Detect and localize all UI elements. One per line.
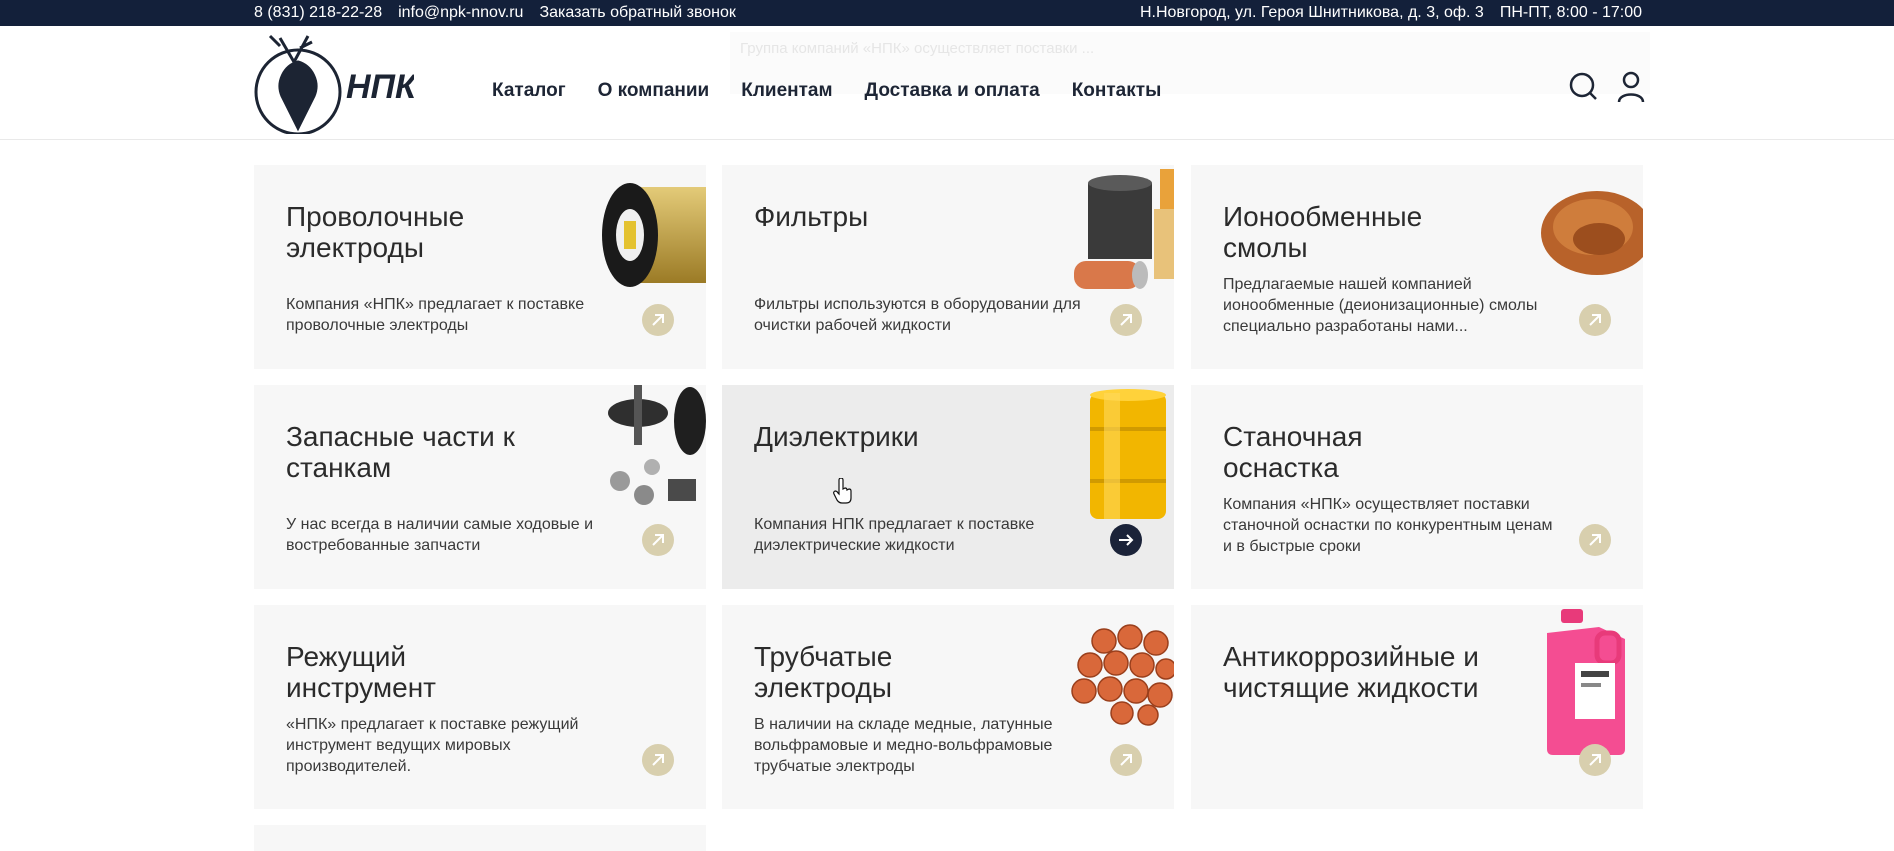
- card-desc: Компания НПК предлагает к поставке диэле…: [754, 516, 1035, 554]
- canister-image: [1547, 609, 1625, 755]
- arrow-link-icon[interactable]: [642, 304, 674, 336]
- nav-clients[interactable]: Клиентам: [741, 80, 832, 102]
- card-desc: Компания «НПК» осуществляет поставки ста…: [1223, 496, 1553, 555]
- filters-image: [1074, 169, 1174, 289]
- card-title: Ионообменные смолы: [1223, 201, 1423, 263]
- card-cutting-tools[interactable]: Режущий инструмент «НПК» предлагает к по…: [254, 605, 706, 809]
- hours-text: ПН-ПТ, 8:00 - 17:00: [1499, 4, 1642, 21]
- card-desc: В наличии на складе медные, латунные вол…: [754, 716, 1053, 775]
- card-desc: У нас всегда в наличии самые ходовые и в…: [286, 516, 594, 554]
- site-header: Группа компаний «НПК» осуществляет поста…: [0, 26, 1894, 140]
- card-title: Запасные части к станкам: [286, 421, 515, 483]
- arrow-link-icon[interactable]: [1579, 744, 1611, 776]
- card-title: Диэлектрики: [754, 421, 919, 452]
- phone-link[interactable]: 8 (831) 218-22-28: [254, 3, 382, 23]
- card-desc: «НПК» предлагает к поставке режущий инст…: [286, 716, 579, 775]
- card-desc: Компания «НПК» предлагает к поставке про…: [286, 296, 585, 334]
- address-text: Н.Новгород, ул. Героя Шнитникова, д. 3, …: [1139, 4, 1484, 21]
- arrow-link-icon[interactable]: [1579, 524, 1611, 556]
- nav-contacts[interactable]: Контакты: [1072, 80, 1162, 102]
- arrow-link-icon[interactable]: [642, 744, 674, 776]
- arrow-link-icon[interactable]: [1110, 744, 1142, 776]
- search-icon[interactable]: [1568, 70, 1598, 104]
- card-tooling[interactable]: Станочная оснастка Компания «НПК» осущес…: [1191, 385, 1643, 589]
- main-nav: Каталог О компании Клиентам Доставка и о…: [492, 80, 1161, 102]
- arrow-link-icon[interactable]: [1110, 524, 1142, 556]
- deer-head-icon: [254, 34, 342, 134]
- card-desc: Предлагаемые нашей компанией ионообменны…: [1223, 276, 1538, 335]
- card-resins[interactable]: Ионообменные смолы Предлагаемые нашей ко…: [1191, 165, 1643, 369]
- hand-cursor-icon: [833, 478, 852, 504]
- card-title: Проволочные электроды: [286, 201, 465, 263]
- barrel-image: [1090, 389, 1166, 519]
- resin-image: [1541, 191, 1643, 275]
- card-partial[interactable]: [254, 825, 706, 851]
- card-title: Режущий инструмент: [286, 641, 436, 703]
- user-icon[interactable]: [1616, 70, 1646, 104]
- logo[interactable]: НПК: [254, 32, 414, 134]
- arrow-link-icon[interactable]: [1110, 304, 1142, 336]
- nav-catalog[interactable]: Каталог: [492, 80, 566, 102]
- logo-text: НПК: [346, 68, 414, 106]
- arrow-link-icon[interactable]: [642, 524, 674, 556]
- wire-spool-image: [602, 183, 706, 287]
- card-anticorrosion[interactable]: Антикоррозийные и чистящие жидкости: [1191, 605, 1643, 809]
- tube-electrodes-image: [1071, 624, 1174, 726]
- arrow-link-icon[interactable]: [1579, 304, 1611, 336]
- email-link[interactable]: info@npk-nnov.ru: [398, 3, 523, 23]
- nav-about[interactable]: О компании: [598, 80, 710, 102]
- callback-link[interactable]: Заказать обратный звонок: [539, 3, 735, 23]
- card-desc: Фильтры используются в оборудовании для …: [754, 296, 1081, 334]
- card-dielectrics[interactable]: Диэлектрики Компания НПК предлагает к по…: [722, 385, 1174, 589]
- card-title: Станочная оснастка: [1223, 421, 1363, 483]
- spare-parts-image: [608, 385, 706, 505]
- card-title: Антикоррозийные и чистящие жидкости: [1223, 641, 1479, 703]
- ghost-banner-text: Группа компаний «НПК» осуществляет поста…: [740, 40, 1095, 57]
- nav-delivery[interactable]: Доставка и оплата: [865, 80, 1040, 102]
- card-spare-parts[interactable]: Запасные части к станкам У нас всегда в …: [254, 385, 706, 589]
- card-tube-electrodes[interactable]: Трубчатые электроды В наличии на складе …: [722, 605, 1174, 809]
- card-title: Трубчатые электроды: [754, 641, 893, 703]
- card-title: Фильтры: [754, 201, 869, 232]
- card-wire-electrodes[interactable]: Проволочные электроды Компания «НПК» пре…: [254, 165, 706, 369]
- card-filters[interactable]: Фильтры Фильтры используются в оборудова…: [722, 165, 1174, 369]
- top-info-bar: 8 (831) 218-22-28 info@npk-nnov.ru Заказ…: [0, 0, 1894, 26]
